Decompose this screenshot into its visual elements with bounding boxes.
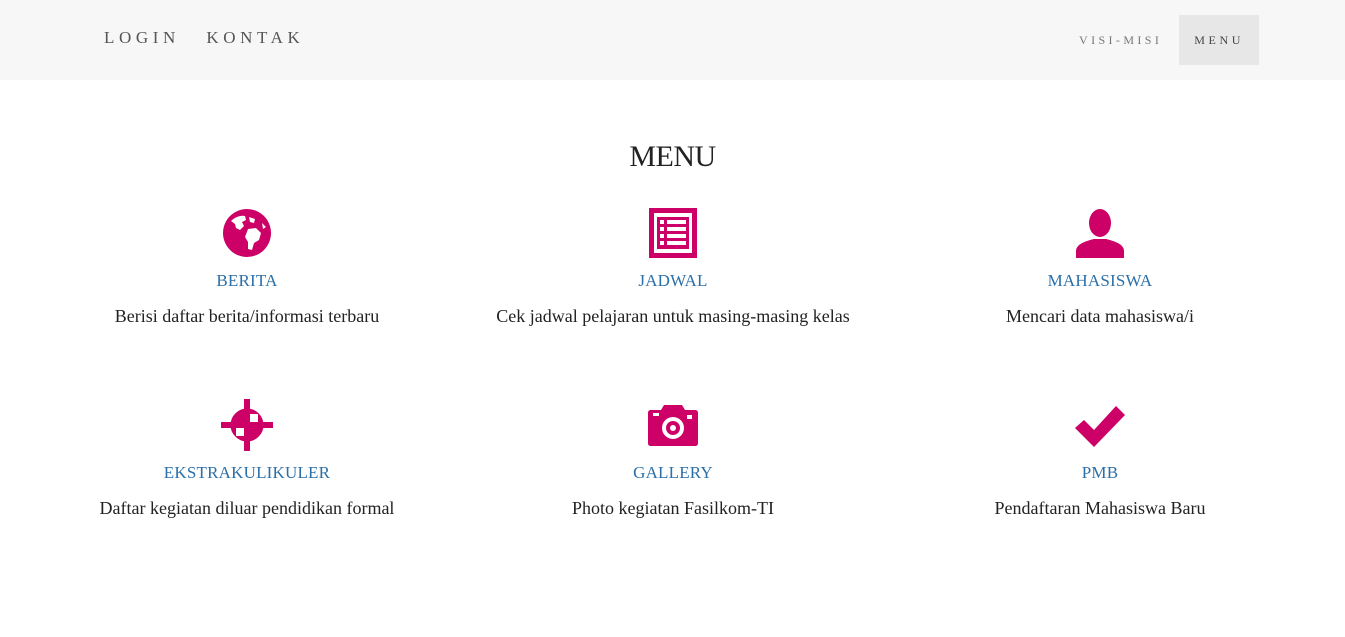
item-desc-jadwal: Cek jadwal pelajaran untuk masing-masing… bbox=[496, 306, 850, 326]
item-title-mahasiswa[interactable]: MAHASISWA bbox=[880, 271, 1320, 291]
item-title-ekstrakulikuler[interactable]: EKSTRAKULIKULER bbox=[27, 463, 467, 483]
item-desc-berita: Berisi daftar berita/informasi terbaru bbox=[114, 306, 380, 326]
menu-item-pmb: PMB Pendaftaran Mahasiswa Baru bbox=[880, 399, 1320, 519]
nav-links: VISI-MISI MENU bbox=[1062, 15, 1259, 65]
nav-link-menu[interactable]: MENU bbox=[1179, 15, 1259, 65]
item-desc-mahasiswa: Mencari data mahasiswa/i bbox=[1006, 306, 1194, 326]
item-title-jadwal[interactable]: JADWAL bbox=[453, 271, 893, 291]
menu-item-mahasiswa: MAHASISWA Mencari data mahasiswa/i bbox=[880, 207, 1320, 327]
navbar: LOGIN KONTAK VISI-MISI MENU bbox=[0, 0, 1345, 80]
menu-item-jadwal: JADWAL Cek jadwal pelajaran untuk masing… bbox=[453, 207, 893, 327]
globe-icon bbox=[223, 209, 271, 257]
brand-login-kontak-link[interactable]: LOGIN KONTAK bbox=[104, 28, 304, 48]
item-title-pmb[interactable]: PMB bbox=[880, 463, 1320, 483]
menu-item-ekstrakulikuler: EKSTRAKULIKULER Daftar kegiatan diluar p… bbox=[27, 399, 467, 519]
item-desc-ekstrakulikuler: Daftar kegiatan diluar pendidikan formal bbox=[99, 498, 395, 518]
menu-item-gallery: GALLERY Photo kegiatan Fasilkom-TI bbox=[453, 399, 893, 519]
checkmark-icon bbox=[1075, 406, 1125, 447]
menu-item-berita: BERITA Berisi daftar berita/informasi te… bbox=[27, 207, 467, 327]
item-desc-gallery: Photo kegiatan Fasilkom-TI bbox=[572, 498, 774, 518]
camera-icon bbox=[648, 405, 698, 446]
crosshair-icon bbox=[221, 399, 273, 451]
nav-link-visi-misi[interactable]: VISI-MISI bbox=[1062, 15, 1179, 65]
section-title: MENU bbox=[629, 140, 716, 173]
user-icon bbox=[1076, 209, 1124, 258]
item-title-gallery[interactable]: GALLERY bbox=[453, 463, 893, 483]
item-desc-pmb: Pendaftaran Mahasiswa Baru bbox=[994, 498, 1206, 518]
item-title-berita[interactable]: BERITA bbox=[27, 271, 467, 291]
list-icon bbox=[649, 208, 697, 258]
